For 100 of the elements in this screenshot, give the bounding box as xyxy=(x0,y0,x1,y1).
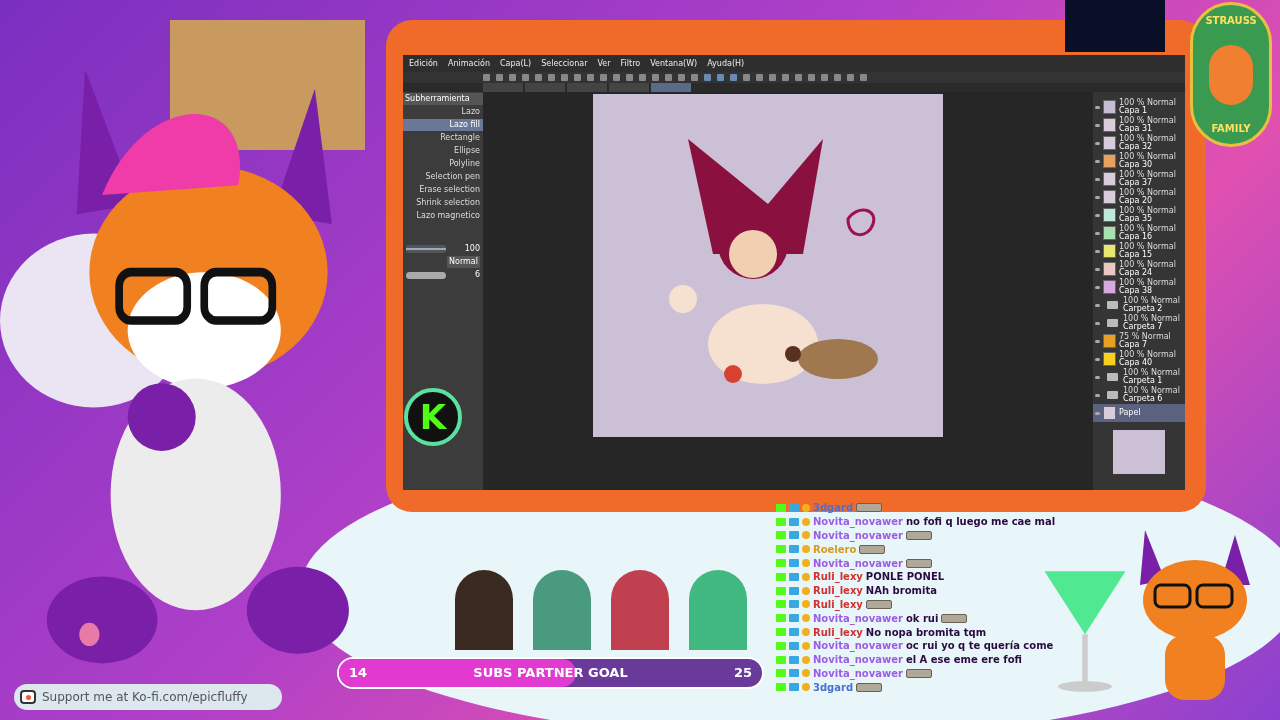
layer-row[interactable]: 100 % Normal Capa 24 xyxy=(1093,260,1185,278)
navigator-thumbnail xyxy=(1113,430,1165,474)
layer-row[interactable]: 100 % Normal Capa 1 xyxy=(1093,98,1185,116)
eye-icon[interactable] xyxy=(1095,321,1100,325)
opacity-slider[interactable] xyxy=(406,245,446,253)
layer-row[interactable]: 100 % Normal Capa 40 xyxy=(1093,350,1185,368)
layer-mode: 100 % Normal xyxy=(1123,297,1180,305)
tool-item[interactable]: Rectangle xyxy=(403,132,483,144)
chat-message: ok rui xyxy=(905,611,939,626)
eye-icon[interactable] xyxy=(1095,105,1100,109)
goal-current: 14 xyxy=(349,664,368,683)
menu-item[interactable]: Ventana(W) xyxy=(650,57,698,70)
layer-mode: 100 % Normal xyxy=(1119,189,1176,197)
layer-row[interactable]: 100 % Normal Capa 31 xyxy=(1093,116,1185,134)
layer-name: Capa 40 xyxy=(1119,359,1153,367)
chat-username: Roelero xyxy=(813,542,857,557)
layer-mode: 100 % Normal xyxy=(1119,225,1176,233)
chat-message: NAh bromita xyxy=(865,584,937,599)
layer-row[interactable]: 100 % Normal Carpeta 2 xyxy=(1093,296,1185,314)
chat-username: Novita_novawer xyxy=(813,611,903,626)
eye-icon[interactable] xyxy=(1095,249,1100,253)
cup-icon xyxy=(20,690,36,704)
layer-mode: 100 % Normal xyxy=(1119,99,1176,107)
tool-item[interactable]: Lazo xyxy=(403,106,483,118)
eye-icon[interactable] xyxy=(1095,159,1100,163)
chat-username: 3dgard xyxy=(813,501,854,516)
tool-item[interactable]: Lazo magnetico xyxy=(403,210,483,222)
layer-mode: 100 % Normal xyxy=(1119,351,1176,359)
eye-icon[interactable] xyxy=(1095,141,1100,145)
tool-item[interactable]: Polyline xyxy=(403,158,483,170)
menu-item[interactable]: Capa(L) xyxy=(500,57,532,70)
layer-row[interactable]: 100 % Normal Carpeta 6 xyxy=(1093,386,1185,404)
layer-name: Carpeta 1 xyxy=(1123,377,1163,385)
layer-name: Capa 32 xyxy=(1119,143,1153,151)
layer-mode: 100 % Normal xyxy=(1119,243,1176,251)
layer-mode: 100 % Normal xyxy=(1119,171,1176,179)
tool-item[interactable]: Ellipse xyxy=(403,145,483,157)
document-tab[interactable] xyxy=(609,83,649,92)
menu-item[interactable]: Animación xyxy=(447,57,490,70)
document-tab[interactable] xyxy=(567,83,607,92)
layer-row[interactable]: 100 % Normal Capa 32 xyxy=(1093,134,1185,152)
layer-row[interactable]: 100 % Normal Capa 35 xyxy=(1093,206,1185,224)
document-tab[interactable] xyxy=(525,83,565,92)
eye-icon[interactable] xyxy=(1095,231,1100,235)
menu-item[interactable]: Filtro xyxy=(620,57,641,70)
eye-icon[interactable] xyxy=(1095,357,1100,361)
layer-row[interactable]: 100 % Normal Capa 37 xyxy=(1093,170,1185,188)
tool-item[interactable]: Selection pen xyxy=(403,171,483,183)
layer-name: Capa 24 xyxy=(1119,269,1153,277)
eye-icon[interactable] xyxy=(1095,213,1100,217)
layer-row[interactable]: 75 % Normal Capa 7 xyxy=(1093,332,1185,350)
layer-mode: 100 % Normal xyxy=(1123,315,1180,323)
chat-username: Novita_novawer xyxy=(813,653,903,668)
eye-icon[interactable] xyxy=(1095,339,1100,343)
folder-icon xyxy=(1107,373,1118,381)
layer-mode: 100 % Normal xyxy=(1119,207,1176,215)
chat-username: Novita_novawer xyxy=(813,639,903,654)
badge-subtitle: FAMILY xyxy=(1211,122,1251,136)
eye-icon[interactable] xyxy=(1095,177,1100,181)
brush-size-icon[interactable] xyxy=(406,271,446,279)
chat-message: no fofi q luego me cae mal xyxy=(905,515,1056,530)
layer-row[interactable]: 100 % Normal Capa 30 xyxy=(1093,152,1185,170)
eye-icon[interactable] xyxy=(1095,303,1100,307)
blend-select[interactable]: Normal xyxy=(447,256,480,268)
layer-mode: 100 % Normal xyxy=(1119,261,1176,269)
eye-icon[interactable] xyxy=(1095,411,1100,415)
chat-message: oc rui yo q te quería come xyxy=(905,639,1054,654)
layer-mode: 100 % Normal xyxy=(1119,279,1176,287)
eye-icon[interactable] xyxy=(1095,375,1100,379)
layer-row[interactable]: Papel xyxy=(1093,404,1185,422)
layer-row[interactable]: 100 % Normal Carpeta 7 xyxy=(1093,314,1185,332)
layer-mode: 75 % Normal xyxy=(1119,333,1171,341)
layer-name: Capa 1 xyxy=(1119,107,1149,115)
chat-username: Ruli_lexy xyxy=(813,584,863,599)
eye-icon[interactable] xyxy=(1095,123,1100,127)
eye-icon[interactable] xyxy=(1095,195,1100,199)
layer-name: Capa 7 xyxy=(1119,341,1148,349)
document-tab[interactable] xyxy=(483,83,523,92)
layer-row[interactable]: 100 % Normal Capa 16 xyxy=(1093,224,1185,242)
menu-item[interactable]: Ayuda(H) xyxy=(707,57,745,70)
layer-name: Capa 15 xyxy=(1119,251,1153,259)
menu-item[interactable]: Ver xyxy=(597,57,611,70)
tool-item[interactable]: Erase selection xyxy=(403,184,483,196)
badge-character-drawing xyxy=(1209,44,1253,105)
menu-item[interactable]: Edición xyxy=(409,57,438,70)
layer-row[interactable]: 100 % Normal Capa 20 xyxy=(1093,188,1185,206)
tool-item[interactable]: Shrink selection xyxy=(403,197,483,209)
layer-row[interactable]: 100 % Normal Capa 15 xyxy=(1093,242,1185,260)
layer-row[interactable]: 100 % Normal Capa 38 xyxy=(1093,278,1185,296)
tool-item[interactable]: Lazo fill xyxy=(403,119,483,131)
eye-icon[interactable] xyxy=(1095,393,1100,397)
goal-target: 25 xyxy=(733,664,752,683)
eye-icon[interactable] xyxy=(1095,267,1100,271)
layer-row[interactable]: 100 % Normal Carpeta 1 xyxy=(1093,368,1185,386)
layer-name: Carpeta 6 xyxy=(1123,395,1163,403)
eye-icon[interactable] xyxy=(1095,285,1100,289)
menu-item[interactable]: Seleccionar xyxy=(541,57,588,70)
chat-username: Ruli_lexy xyxy=(813,598,863,612)
document-tab[interactable] xyxy=(651,83,691,92)
layer-name: Capa 20 xyxy=(1119,197,1153,205)
